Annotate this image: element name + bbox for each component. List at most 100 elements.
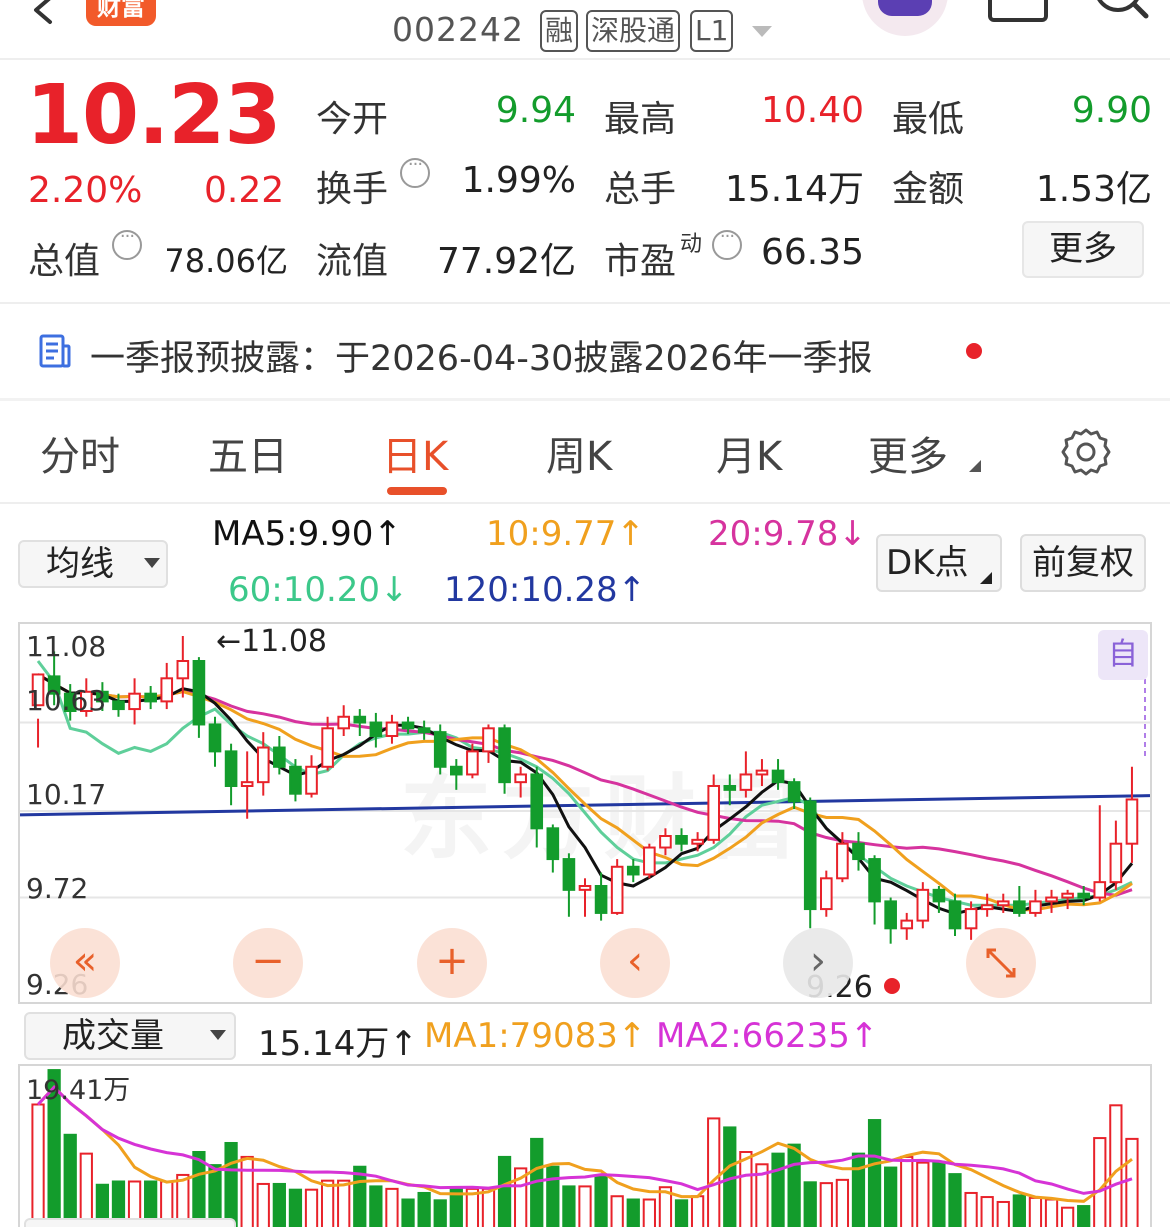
gear-icon[interactable] xyxy=(1060,426,1112,478)
scroll-right-button[interactable]: › xyxy=(783,928,853,998)
volume-bar xyxy=(642,1198,656,1227)
stock-code[interactable]: 002242 xyxy=(392,10,524,49)
float-cap-value: 77.92亿 xyxy=(436,241,576,282)
candle-body xyxy=(1109,842,1123,884)
tab-weekly-k[interactable]: 周K xyxy=(546,424,612,482)
candle-body xyxy=(675,835,688,845)
pe-dynamic-sup: 动 xyxy=(680,232,703,257)
volume-value: 15.14万 xyxy=(724,169,864,210)
amount-label: 金额 xyxy=(892,169,965,210)
zoom-in-button[interactable]: + xyxy=(417,928,487,998)
volume-bar xyxy=(272,1182,286,1227)
volume-ma1: MA1:79083↑ xyxy=(424,1016,647,1056)
candle-body xyxy=(723,785,737,791)
candle-body xyxy=(1061,892,1074,899)
divider xyxy=(0,302,1170,304)
low-value: 9.90 xyxy=(1071,90,1152,131)
volume-bar xyxy=(1077,1205,1091,1227)
amount-value: 1.53亿 xyxy=(1035,169,1152,210)
candle-body xyxy=(401,721,415,730)
volume-bar xyxy=(594,1175,608,1227)
volume-chart[interactable]: 19.41万 xyxy=(18,1064,1152,1227)
tab-monthly-k[interactable]: 月K xyxy=(716,424,782,482)
chevron-down-icon[interactable] xyxy=(144,558,160,568)
fast-back-button[interactable]: « xyxy=(50,928,120,998)
tab-five-day[interactable]: 五日 xyxy=(208,424,288,482)
volume-bar xyxy=(739,1150,753,1227)
candle-body xyxy=(192,660,206,726)
active-tab-indicator xyxy=(387,487,447,495)
candle-body xyxy=(112,700,125,711)
candle-body xyxy=(176,660,190,680)
volume-bar xyxy=(787,1143,801,1227)
candle-body xyxy=(707,785,721,841)
candle-body xyxy=(417,727,431,734)
candle-body xyxy=(771,769,785,784)
volume-bar xyxy=(803,1181,817,1227)
candle-body xyxy=(530,773,544,830)
auto-badge[interactable]: 自 xyxy=(1098,630,1148,680)
candle-body xyxy=(449,765,463,776)
y-tick-label: 11.08 xyxy=(26,630,107,663)
candle-body xyxy=(289,765,302,795)
window-icon[interactable] xyxy=(988,0,1048,22)
chevron-down-icon[interactable] xyxy=(752,26,772,37)
candle-body xyxy=(1029,900,1042,914)
candle-body xyxy=(626,865,640,876)
candle-body xyxy=(884,900,897,930)
more-corner-icon xyxy=(969,460,981,472)
candle-body xyxy=(514,773,527,784)
volume-bar xyxy=(256,1182,270,1227)
ma5-value: MA5:9.90↑ xyxy=(212,514,402,554)
high-marker: ←11.08 xyxy=(216,624,328,659)
zoom-out-button[interactable]: − xyxy=(233,928,303,998)
candle-body xyxy=(739,773,753,791)
scroll-left-button[interactable]: ‹ xyxy=(600,928,670,998)
market-cap-value: 78.06亿 xyxy=(164,242,288,280)
more-quote-button[interactable]: 更多 xyxy=(1022,221,1144,278)
volume-bar xyxy=(1012,1194,1026,1227)
volume-bar xyxy=(916,1161,930,1227)
candle-body xyxy=(321,727,334,768)
search-icon[interactable] xyxy=(1088,0,1152,26)
volume-bar xyxy=(385,1187,399,1227)
open-value: 9.94 xyxy=(495,90,576,131)
expand-icon[interactable] xyxy=(966,928,1036,998)
earnings-notice[interactable]: 一季报预披露：于2026-04-30披露2026年一季报 xyxy=(90,330,872,381)
forward-adjust-button[interactable]: 前复权 xyxy=(1020,534,1146,592)
volume-indicator-select[interactable]: 成交量 xyxy=(24,1012,236,1060)
candle-body xyxy=(643,846,656,876)
tab-more[interactable]: 更多 xyxy=(868,424,948,482)
next-indicator-select[interactable] xyxy=(24,1218,236,1227)
candle-body xyxy=(755,769,769,776)
candle-body xyxy=(578,885,592,891)
volume-bar xyxy=(578,1185,592,1227)
volume-bar xyxy=(835,1178,850,1227)
candle-body xyxy=(787,781,801,803)
volume-bar xyxy=(1093,1137,1107,1227)
candle-body xyxy=(1013,900,1026,914)
volume-bar xyxy=(304,1188,319,1227)
last-price: 10.23 xyxy=(26,68,281,163)
avatar[interactable] xyxy=(862,0,948,36)
candle-body xyxy=(562,858,576,891)
volume-bar xyxy=(320,1179,335,1227)
top-bar: 财富 002242 融 深股通 L1 xyxy=(0,0,1170,60)
candle-body xyxy=(610,865,624,914)
volume-bar xyxy=(79,1152,93,1227)
candle-body xyxy=(369,721,383,737)
info-icon[interactable] xyxy=(112,226,142,260)
tab-daily-k[interactable]: 日K xyxy=(382,424,448,482)
low-label: 最低 xyxy=(892,99,965,140)
info-icon[interactable] xyxy=(712,226,742,260)
tab-intraday[interactable]: 分时 xyxy=(40,424,120,482)
volume-bar xyxy=(771,1152,785,1227)
indicator-select-label: 均线 xyxy=(46,544,114,584)
back-icon[interactable] xyxy=(26,0,66,26)
info-icon[interactable] xyxy=(400,154,430,188)
shenzhen-connect-tag: 深股通 xyxy=(586,10,681,52)
volume-plot xyxy=(31,1069,1139,1227)
volume-bar xyxy=(417,1191,431,1227)
chevron-down-icon[interactable] xyxy=(210,1030,226,1040)
margin-trading-tag: 融 xyxy=(540,10,579,52)
